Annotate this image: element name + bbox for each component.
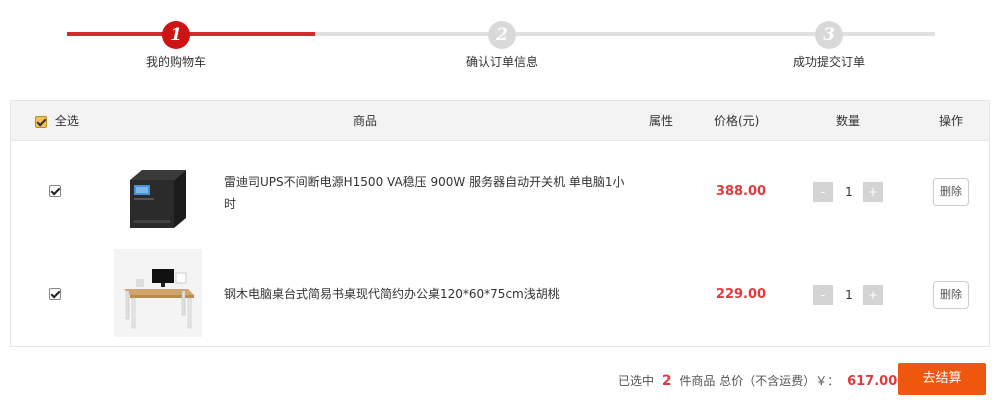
select-all-control[interactable]: 全选: [35, 101, 79, 141]
checkout-button[interactable]: 去结算: [898, 363, 986, 395]
column-quantity: 数量: [836, 114, 861, 128]
step-3-circle: 3: [815, 21, 843, 49]
select-all-checkbox[interactable]: [35, 115, 47, 128]
quantity-decrease-button[interactable]: -: [813, 285, 833, 305]
step-1-circle: 1: [162, 21, 190, 49]
column-product: 商品: [353, 114, 378, 128]
quantity-value[interactable]: 1: [837, 182, 861, 202]
column-action: 操作: [939, 114, 964, 128]
product-price: 229.00: [715, 287, 767, 302]
step-2-label: 确认订单信息: [465, 55, 538, 69]
quantity-increase-button[interactable]: +: [863, 182, 883, 202]
step-3-label: 成功提交订单: [792, 55, 865, 69]
table-row: 雷迪司UPS不间断电源H1500 VA稳压 900W 服务器自动开关机 单电脑1…: [11, 141, 989, 244]
column-price: 价格(元): [714, 114, 760, 128]
cart-table: 全选 商品 属性 价格(元) 数量 操作 雷迪司UPS不间断电源H1500 VA…: [10, 100, 990, 347]
item-checkbox[interactable]: [49, 288, 61, 300]
progress-line-done: [67, 32, 315, 36]
selected-count: 2: [661, 373, 672, 389]
checkout-progress: 1 我的购物车 2 确认订单信息 3 成功提交订单: [0, 0, 1000, 80]
table-row: 钢木电脑桌台式简易书桌现代简约办公桌120*60*75cm浅胡桃 229.00 …: [11, 244, 989, 347]
quantity-increase-button[interactable]: +: [863, 285, 883, 305]
product-price: 388.00: [715, 184, 767, 199]
delete-button[interactable]: 删除: [933, 178, 969, 206]
product-name[interactable]: 雷迪司UPS不间断电源H1500 VA稳压 900W 服务器自动开关机 单电脑1…: [224, 171, 634, 215]
cart-summary: 已选中 2 件商品 总价（不含运费）￥： 617.00: [618, 372, 897, 389]
summary-prefix: 已选中: [618, 374, 655, 388]
step-2-circle: 2: [488, 21, 516, 49]
column-attribute: 属性: [649, 114, 674, 128]
summary-middle: 件商品 总价（不含运费）￥：: [679, 374, 840, 388]
select-all-label: 全选: [54, 114, 79, 128]
step-1-label: 我的购物车: [145, 55, 206, 69]
cart-table-header: 全选 商品 属性 价格(元) 数量 操作: [11, 101, 989, 141]
quantity-decrease-button[interactable]: -: [813, 182, 833, 202]
ups-device-image[interactable]: [114, 148, 202, 236]
product-name[interactable]: 钢木电脑桌台式简易书桌现代简约办公桌120*60*75cm浅胡桃: [224, 283, 634, 305]
desk-image[interactable]: [114, 249, 202, 337]
delete-button[interactable]: 删除: [933, 281, 969, 309]
total-price: 617.00: [847, 374, 898, 389]
item-checkbox[interactable]: [49, 185, 61, 197]
quantity-value[interactable]: 1: [837, 285, 861, 305]
